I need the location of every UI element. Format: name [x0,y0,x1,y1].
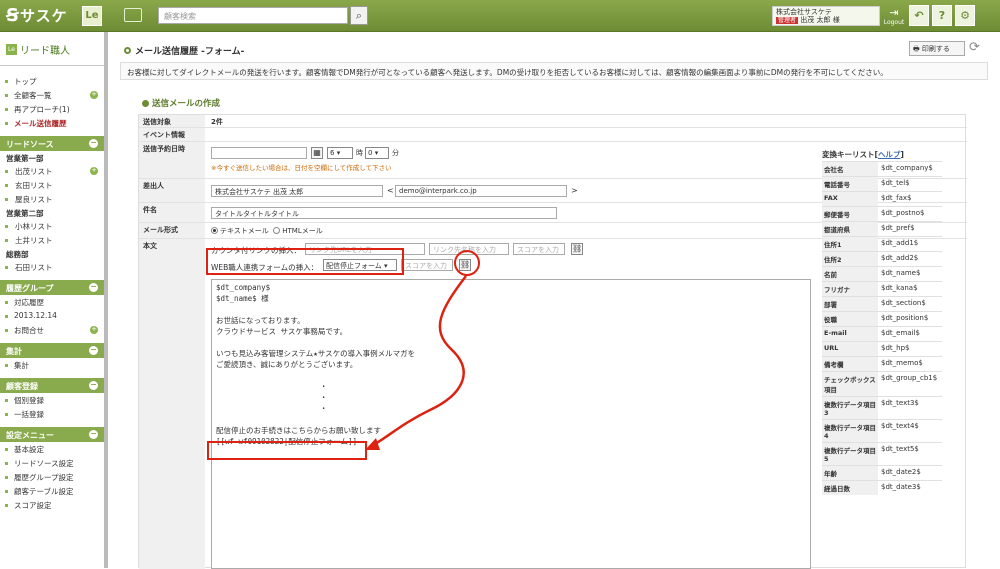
annotation-arrow [365,275,467,450]
